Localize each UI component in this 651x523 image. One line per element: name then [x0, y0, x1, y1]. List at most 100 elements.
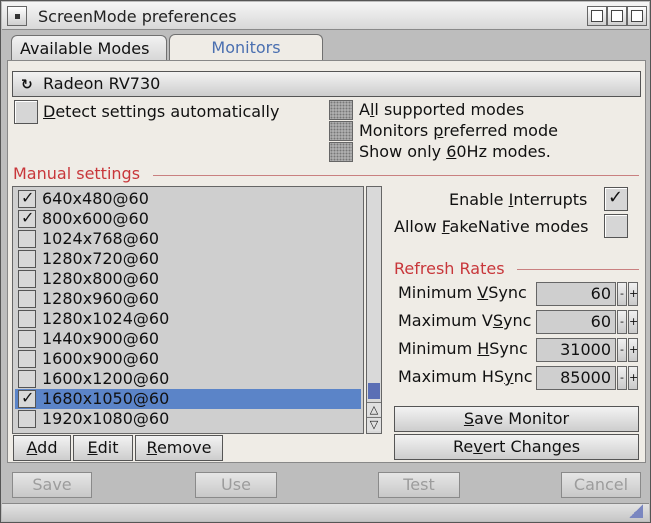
enable-interrupts-checkbox[interactable]: ✓ [604, 187, 628, 211]
status-bar [2, 503, 649, 521]
screenmode-window: ScreenMode preferences Available Modes M… [0, 0, 651, 523]
close-icon [15, 14, 20, 19]
checkmark-icon: ✓ [21, 208, 35, 227]
mode-checkbox[interactable] [18, 370, 36, 388]
increment-button[interactable]: + [628, 310, 638, 334]
mode-list-item[interactable]: 1600x900@60 [15, 349, 361, 369]
mode-list[interactable]: ✓ 640x480@60 ✓ 800x600@60 1024x768@60 1280x72… [12, 186, 364, 434]
add-mode-button[interactable]: Add [13, 435, 71, 461]
manual-settings-separator [153, 175, 639, 176]
preferred-mode-radio[interactable] [329, 121, 353, 141]
mode-list-scrollbar[interactable]: △ ▽ [366, 186, 382, 434]
footer-save-button[interactable]: Save [12, 472, 92, 498]
checkmark-icon: ✓ [21, 188, 35, 207]
mode-checkbox[interactable]: ✓ [18, 388, 36, 408]
refresh-rates-title: Refresh Rates [394, 259, 505, 278]
mode-label: 1600x900@60 [42, 349, 160, 368]
cycle-icon: ↻ [21, 77, 33, 93]
mode-list-item[interactable]: 1024x768@60 [15, 229, 361, 249]
footer-cancel-button[interactable]: Cancel [561, 472, 641, 498]
mode-list-item[interactable]: 1280x720@60 [15, 249, 361, 269]
mode-list-item[interactable]: ✓ 800x600@60 [15, 208, 361, 229]
mode-label: 1280x960@60 [42, 289, 160, 308]
mode-list-item[interactable]: 1440x900@60 [15, 329, 361, 349]
increment-button[interactable]: + [628, 366, 638, 390]
refresh-row-label: Minimum VSync [398, 283, 527, 302]
mode-label: 1680x1050@60 [42, 389, 170, 408]
all-supported-label: All supported modes [359, 100, 525, 119]
mode-checkbox[interactable] [18, 230, 36, 248]
edit-mode-button[interactable]: Edit [73, 435, 133, 461]
fakenative-checkbox[interactable] [604, 214, 628, 238]
only-60hz-label: Show only 60Hz modes. [359, 142, 551, 161]
scroll-up-icon[interactable]: △ [367, 402, 381, 416]
refresh-value-field[interactable]: 85000 [536, 366, 616, 390]
mode-list-item[interactable]: ✓ 1680x1050@60 [15, 388, 361, 409]
tab-available-modes[interactable]: Available Modes [11, 35, 167, 61]
footer-test-button[interactable]: Test [378, 472, 460, 498]
zoom-button[interactable] [607, 6, 627, 26]
scroll-down-icon[interactable]: ▽ [367, 417, 381, 431]
decrement-button[interactable]: - [617, 366, 627, 390]
mode-label: 1920x1080@60 [42, 409, 170, 428]
save-monitor-button[interactable]: Save Monitor [394, 406, 639, 432]
mode-label: 800x600@60 [42, 209, 149, 228]
checkmark-icon: ✓ [21, 388, 35, 407]
all-supported-radio[interactable] [329, 100, 353, 120]
mode-checkbox[interactable] [18, 290, 36, 308]
refresh-row-label: Maximum HSync [398, 367, 533, 386]
mode-list-item[interactable]: 1600x1200@60 [15, 369, 361, 389]
mode-checkbox[interactable] [18, 310, 36, 328]
mode-checkbox[interactable] [18, 410, 36, 428]
mode-checkbox[interactable] [18, 270, 36, 288]
increment-button[interactable]: + [628, 282, 638, 306]
only-60hz-radio[interactable] [329, 142, 353, 162]
mode-list-item[interactable]: 1280x800@60 [15, 269, 361, 289]
remove-mode-button[interactable]: Remove [135, 435, 223, 461]
increment-button[interactable]: + [628, 338, 638, 362]
revert-changes-button[interactable]: Revert Changes [394, 434, 639, 460]
fakenative-label: Allow FakeNative modes [394, 217, 589, 236]
manual-settings-title: Manual settings [13, 164, 141, 183]
mode-label: 1280x800@60 [42, 269, 160, 288]
mode-checkbox[interactable] [18, 250, 36, 268]
checkmark-icon: ✓ [608, 187, 624, 208]
resize-grip-icon[interactable] [629, 504, 643, 518]
decrement-button[interactable]: - [617, 310, 627, 334]
mode-label: 1600x1200@60 [42, 369, 170, 388]
mode-list-item[interactable]: 1920x1080@60 [15, 409, 361, 429]
refresh-value-field[interactable]: 60 [536, 310, 616, 334]
refresh-row-label: Maximum VSync [398, 311, 532, 330]
close-button[interactable] [7, 6, 27, 26]
enable-interrupts-label: Enable Interrupts [449, 190, 588, 209]
mode-label: 1280x720@60 [42, 249, 160, 268]
mode-label: 640x480@60 [42, 189, 149, 208]
mode-checkbox[interactable]: ✓ [18, 208, 36, 228]
title-bar[interactable]: ScreenMode preferences [2, 2, 649, 30]
mode-label: 1280x1024@60 [42, 309, 170, 328]
refresh-value-field[interactable]: 60 [536, 282, 616, 306]
iconify-button[interactable] [587, 6, 607, 26]
mode-list-item[interactable]: 1280x1024@60 [15, 309, 361, 329]
refresh-value-field[interactable]: 31000 [536, 338, 616, 362]
refresh-row-label: Minimum HSync [398, 339, 528, 358]
mode-checkbox[interactable] [18, 350, 36, 368]
tab-monitors[interactable]: Monitors [169, 34, 323, 61]
scroll-thumb[interactable] [368, 383, 380, 399]
detect-automatically-checkbox[interactable] [14, 100, 38, 124]
decrement-button[interactable]: - [617, 338, 627, 362]
preferred-mode-label: Monitors preferred mode [359, 121, 558, 140]
window-title: ScreenMode preferences [38, 7, 237, 26]
mode-list-item[interactable]: 1280x960@60 [15, 289, 361, 309]
detect-automatically-label: Detect settings automatically [43, 102, 280, 121]
mode-list-item[interactable]: ✓ 640x480@60 [15, 188, 361, 209]
depth-button[interactable] [627, 6, 647, 26]
decrement-button[interactable]: - [617, 282, 627, 306]
mode-checkbox[interactable] [18, 330, 36, 348]
mode-checkbox[interactable]: ✓ [18, 188, 36, 208]
mode-label: 1024x768@60 [42, 229, 160, 248]
footer-use-button[interactable]: Use [195, 472, 277, 498]
refresh-rates-separator [517, 269, 639, 270]
mode-label: 1440x900@60 [42, 329, 160, 348]
monitor-cycle-select[interactable]: ↻ Radeon RV730 [12, 71, 641, 97]
